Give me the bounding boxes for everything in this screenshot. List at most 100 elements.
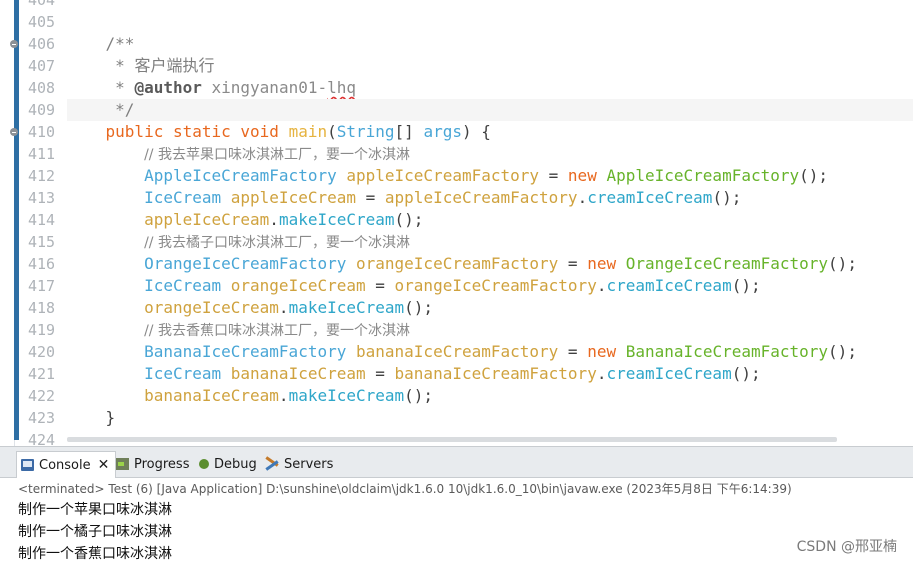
- code-line[interactable]: 423 }: [28, 407, 913, 429]
- watermark: CSDN @邢亚楠: [796, 539, 897, 555]
- code-line[interactable]: 404: [28, 0, 913, 11]
- line-number: 415: [28, 233, 56, 251]
- line-number: 418: [28, 299, 56, 317]
- code-token: new: [587, 342, 617, 361]
- line-number: 419: [28, 321, 56, 339]
- code-line[interactable]: 412 AppleIceCreamFactory appleIceCreamFa…: [28, 165, 913, 187]
- code-token: bananaIceCreamFactory: [356, 342, 559, 361]
- code-token: args: [423, 122, 462, 141]
- code-token: AppleIceCreamFactory: [144, 166, 337, 185]
- code-token: OrangeIceCreamFactory: [625, 254, 829, 273]
- fold-toggle-icon[interactable]: [10, 40, 18, 48]
- code-token: makeIceCream: [288, 386, 405, 405]
- code-line[interactable]: 410 public static void main(String[] arg…: [10, 121, 913, 143]
- code-line[interactable]: 411 // 我去苹果口味冰淇淋工厂，要一个冰淇淋: [28, 143, 913, 166]
- tab-progress[interactable]: Progress: [116, 452, 189, 476]
- close-icon[interactable]: ✕: [98, 457, 110, 473]
- code-token: OrangeIceCreamFactory: [144, 254, 347, 273]
- code-line[interactable]: 414 appleIceCream.makeIceCream();: [28, 209, 913, 231]
- code-text: */: [67, 99, 134, 121]
- code-token: appleIceCream: [144, 210, 270, 229]
- code-token: =: [356, 188, 385, 207]
- terminated-status: <terminated> Test (6) [Java Application]…: [18, 482, 792, 496]
- code-token: public: [105, 122, 164, 141]
- code-line[interactable]: 415 // 我去橘子口味冰淇淋工厂，要一个冰淇淋: [28, 231, 913, 253]
- code-line[interactable]: 405: [28, 11, 913, 33]
- console-output-line: 制作一个苹果口味冰淇淋: [18, 502, 172, 518]
- tab-console[interactable]: Console ✕: [16, 451, 117, 478]
- code-token: makeIceCream: [278, 210, 395, 229]
- code-token: ();: [404, 298, 434, 317]
- code-text: AppleIceCreamFactory appleIceCreamFactor…: [67, 165, 828, 187]
- code-token: =: [558, 342, 588, 361]
- code-text: }: [67, 407, 116, 429]
- code-token: ();: [828, 254, 857, 273]
- code-line[interactable]: 421 IceCream bananaIceCream = bananaIceC…: [28, 363, 913, 385]
- code-token: BananaIceCreamFactory: [625, 342, 829, 361]
- fold-toggle-icon[interactable]: [10, 128, 18, 136]
- code-token: // 我去苹果口味冰淇淋工厂，要一个冰淇淋: [144, 147, 410, 163]
- debug-icon: [199, 459, 209, 469]
- code-token: .: [577, 188, 588, 207]
- code-line[interactable]: 418 orangeIceCream.makeIceCream();: [28, 297, 913, 319]
- line-number: 414: [28, 211, 56, 229]
- tab-servers[interactable]: Servers: [265, 452, 333, 476]
- code-token: creamIceCream: [587, 188, 713, 207]
- code-text: bananaIceCream.makeIceCream();: [67, 385, 433, 407]
- code-line[interactable]: 416 OrangeIceCreamFactory orangeIceCream…: [28, 253, 913, 275]
- code-text: IceCream orangeIceCream = orangeIceCream…: [67, 275, 761, 297]
- code-token: bananaIceCream: [144, 386, 279, 405]
- code-token: ();: [799, 166, 829, 185]
- code-token: AppleIceCreamFactory: [606, 166, 800, 185]
- code-area[interactable]: 404 405 406 /** 407 * 客户端执行 408 * @author xi…: [10, 0, 913, 446]
- code-token: bananaIceCreamFactory: [394, 364, 597, 383]
- code-token: .: [278, 298, 289, 317]
- code-token: /**: [105, 34, 135, 53]
- code-token: []: [394, 122, 424, 141]
- code-token: String: [336, 122, 395, 141]
- code-line[interactable]: 407 * 客户端执行: [28, 55, 913, 77]
- code-token: appleIceCreamFactory: [346, 166, 540, 185]
- code-line[interactable]: 422 bananaIceCream.makeIceCream();: [28, 385, 913, 407]
- code-line[interactable]: 419 // 我去香蕉口味冰淇淋工厂，要一个冰淇淋: [28, 319, 913, 341]
- code-text: // 我去苹果口味冰淇淋工厂，要一个冰淇淋: [67, 143, 410, 166]
- code-editor[interactable]: 404 405 406 /** 407 * 客户端执行 408 * @author xi…: [0, 0, 913, 446]
- code-token: lhq: [327, 78, 357, 97]
- code-line[interactable]: 417 IceCream orangeIceCream = orangeIceC…: [28, 275, 913, 297]
- tab-debug[interactable]: Debug: [199, 452, 257, 476]
- line-number: 408: [28, 79, 56, 97]
- code-token: IceCream: [144, 276, 222, 295]
- editor-left-bar: [0, 0, 15, 446]
- code-line[interactable]: 408 * @author xingyanan01-lhq: [28, 77, 913, 99]
- code-token: =: [365, 364, 395, 383]
- code-line[interactable]: 413 IceCream appleIceCream = appleIceCre…: [28, 187, 913, 209]
- code-token: creamIceCream: [606, 364, 732, 383]
- tab-debug-label: Debug: [214, 456, 257, 472]
- tab-progress-label: Progress: [134, 456, 190, 472]
- code-token: orangeIceCreamFactory: [394, 276, 597, 295]
- code-token: new: [587, 254, 617, 273]
- code-token: ();: [404, 386, 434, 405]
- tab-console-label: Console: [39, 457, 91, 473]
- code-text: /**: [67, 33, 135, 55]
- horizontal-scrollbar[interactable]: [67, 437, 837, 442]
- code-token: }: [105, 408, 116, 427]
- code-token: orangeIceCream: [144, 298, 279, 317]
- servers-icon: [265, 458, 279, 470]
- code-line[interactable]: 406 /**: [10, 33, 913, 55]
- line-number: 421: [28, 365, 56, 383]
- code-line[interactable]: 409 */: [28, 99, 913, 121]
- code-token: =: [365, 276, 395, 295]
- code-line[interactable]: 420 BananaIceCreamFactory bananaIceCream…: [28, 341, 913, 363]
